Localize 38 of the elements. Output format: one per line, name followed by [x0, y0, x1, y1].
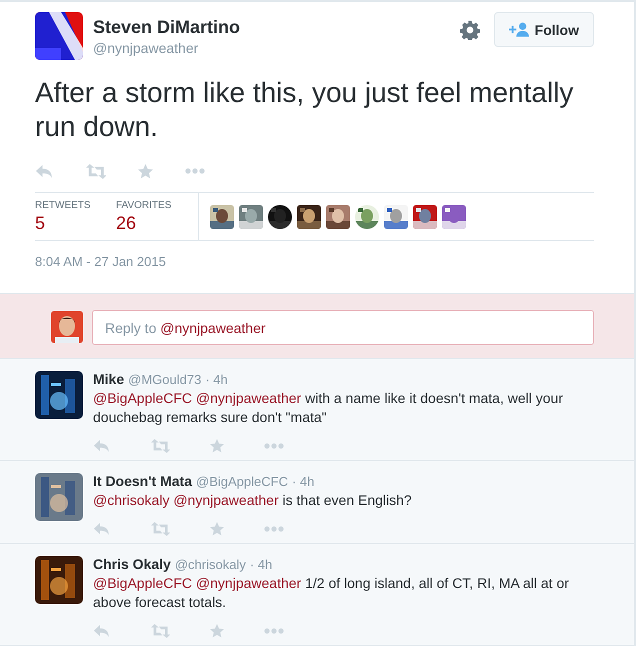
more-icon[interactable]	[264, 526, 284, 532]
reply-icon[interactable]	[93, 439, 110, 453]
retweet-icon[interactable]	[86, 164, 106, 178]
retweet-icon[interactable]	[150, 624, 170, 638]
retweet-icon[interactable]	[150, 522, 170, 536]
add-user-icon	[508, 22, 529, 37]
reply-icon[interactable]	[93, 624, 110, 638]
user-name[interactable]: Chris Okaly	[93, 556, 171, 572]
star-icon[interactable]	[210, 439, 224, 453]
mention-link[interactable]: @BigAppleCFC	[93, 390, 192, 406]
star-icon[interactable]	[138, 164, 154, 178]
user-name[interactable]: It Doesn't Mata	[93, 473, 192, 489]
tweet-text: After a storm like this, you just feel mentally run down.	[35, 76, 574, 144]
reply-text: @chrisokaly @nynjpaweather is that even English?	[93, 491, 413, 510]
stat-label[interactable]: FAVORITES	[116, 200, 198, 211]
reply-icon[interactable]	[93, 522, 110, 536]
more-icon[interactable]	[264, 443, 284, 449]
mention-link[interactable]: @nynjpaweather	[196, 575, 302, 591]
reply-field[interactable]: Reply to @nynjpaweather	[92, 310, 594, 345]
user-name[interactable]: Steven DiMartino	[93, 17, 460, 38]
star-icon[interactable]	[210, 522, 224, 536]
stat-label[interactable]: RETWEETS	[35, 200, 116, 211]
stat-count[interactable]: 26	[116, 213, 198, 234]
more-icon[interactable]	[264, 628, 284, 634]
star-icon[interactable]	[210, 624, 224, 638]
reply-icon[interactable]	[35, 164, 54, 178]
follow-button[interactable]: Follow	[494, 12, 594, 47]
mention-link[interactable]: @nynjpaweather	[196, 390, 302, 406]
mention-link[interactable]: @chrisokaly	[93, 492, 170, 508]
settings-icon[interactable]	[460, 20, 480, 40]
retweet-icon[interactable]	[150, 439, 170, 453]
mention-link[interactable]: @BigAppleCFC	[93, 575, 192, 591]
reply-text: @BigAppleCFC @nynjpaweather 1/2 of long island, all of CT, RI, MA all at or above forecast totals.	[93, 574, 570, 612]
mention-link[interactable]: @nynjpaweather	[173, 492, 279, 508]
reply-text: @BigAppleCFC @nynjpaweather with a name like it doesn't mata, well your douchebag remarks sure don't "mata"	[93, 389, 564, 427]
user-name[interactable]: Mike	[93, 371, 124, 387]
stat-count[interactable]: 5	[35, 213, 116, 234]
more-icon[interactable]	[185, 168, 206, 174]
